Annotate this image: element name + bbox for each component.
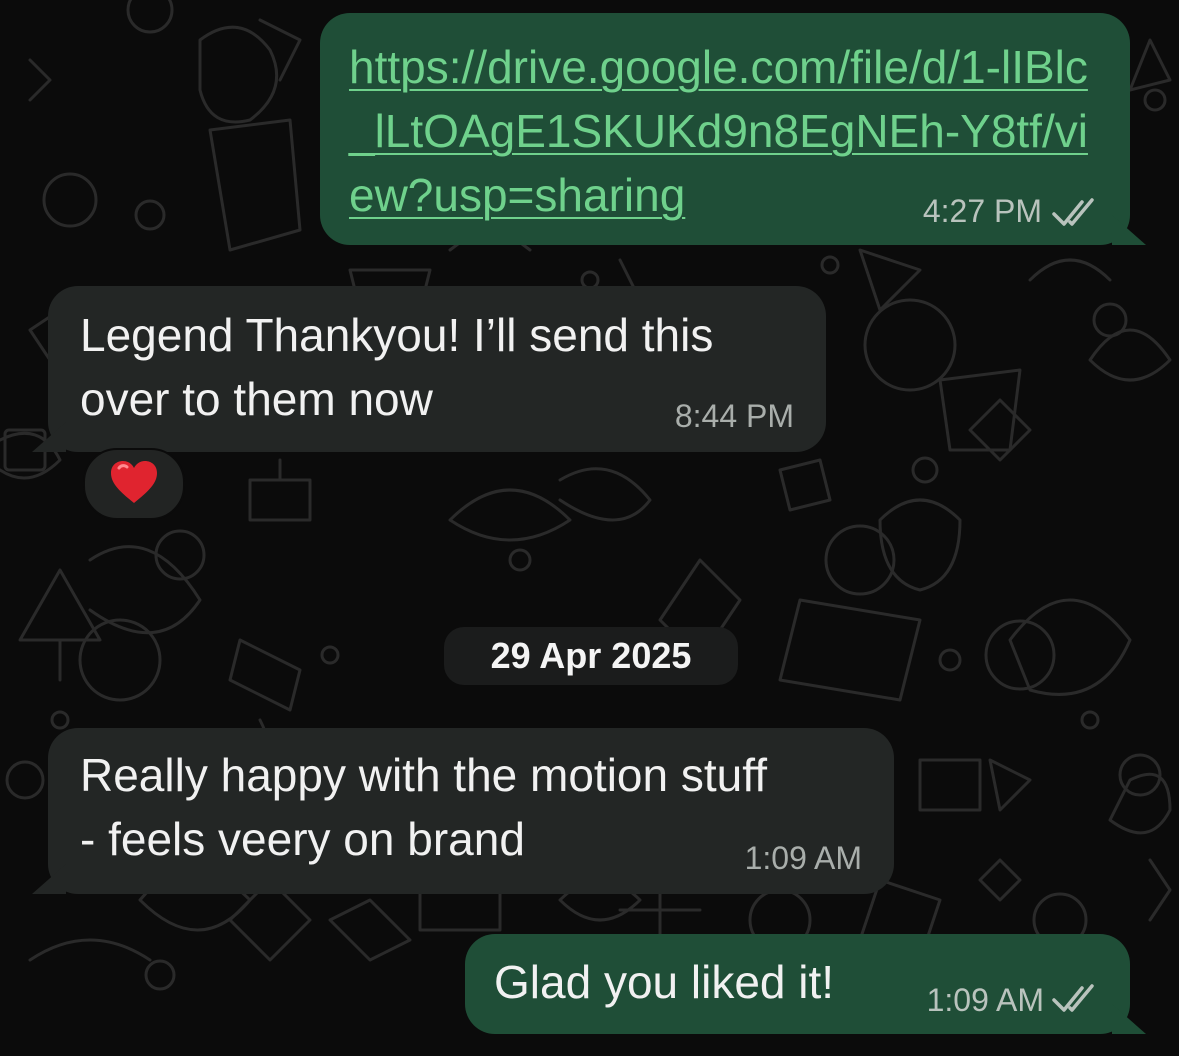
date-divider: 29 Apr 2025 (444, 627, 738, 685)
message-timestamp: 1:09 AM (926, 982, 1044, 1018)
message-bubble-incoming[interactable]: Legend Thankyou! I’ll send this over to … (32, 286, 826, 452)
message-timestamp: 8:44 PM (674, 398, 794, 434)
double-check-icon (1052, 196, 1100, 235)
double-check-icon (1052, 982, 1100, 1021)
message-bubble-outgoing[interactable]: https://drive.google.com/file/d/1-lIBlc_… (320, 13, 1146, 245)
message-bubble-incoming[interactable]: Really happy with the motion stuff - fee… (32, 728, 894, 894)
message-timestamp: 4:27 PM (922, 193, 1042, 229)
message-text: Glad you liked it! (494, 956, 835, 1008)
message-bubble-outgoing[interactable]: Glad you liked it! 1:09 AM (465, 934, 1146, 1034)
message-reaction[interactable] (83, 448, 185, 520)
message-timestamp: 1:09 AM (744, 840, 862, 876)
red-heart-icon (109, 459, 159, 510)
